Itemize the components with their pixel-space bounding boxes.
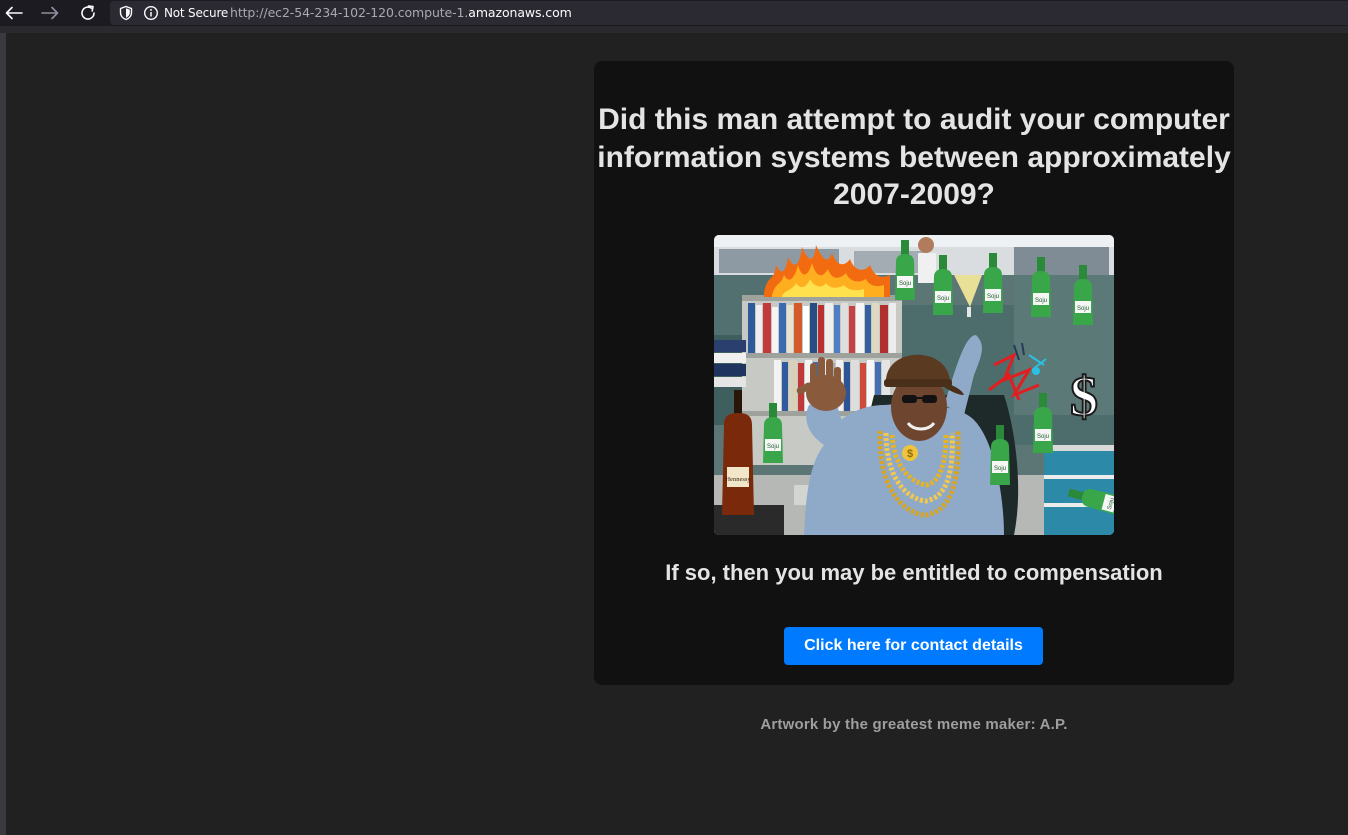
toolbar-divider xyxy=(0,26,1348,33)
meme-image: $ $ Hennessy Soju Soju Soju Soju Soju So… xyxy=(714,235,1114,535)
wall-dollar: $ xyxy=(1070,366,1098,428)
svg-text:Soju: Soju xyxy=(1035,298,1047,304)
url-prefix: http://ec2-54-234-102-120.compute-1. xyxy=(230,5,469,20)
url-host: amazonaws.com xyxy=(468,5,572,20)
meme-artwork: $ $ Hennessy Soju Soju Soju Soju Soju So… xyxy=(714,235,1114,535)
page-subline: If so, then you may be entitled to compe… xyxy=(665,560,1163,585)
svg-text:Soju: Soju xyxy=(937,296,949,302)
reload-button[interactable] xyxy=(78,3,98,23)
svg-text:Soju: Soju xyxy=(1037,434,1049,440)
chain-dollar: $ xyxy=(907,448,913,460)
page-headline: Did this man attempt to audit your compu… xyxy=(597,103,1231,211)
svg-text:Soju: Soju xyxy=(767,444,779,450)
svg-text:Soju: Soju xyxy=(1077,306,1089,312)
arrow-right-icon xyxy=(41,6,59,20)
svg-text:Soju: Soju xyxy=(987,294,999,300)
address-bar[interactable]: Not Secure http://ec2-54-234-102-120.com… xyxy=(110,1,1348,25)
sidebar-edge xyxy=(0,33,6,835)
not-secure-label[interactable]: Not Secure xyxy=(164,5,228,21)
browser-toolbar: Not Secure http://ec2-54-234-102-120.com… xyxy=(0,0,1348,26)
arrow-left-icon xyxy=(5,6,23,20)
forward-button[interactable] xyxy=(40,3,60,23)
books-top-row xyxy=(748,303,896,353)
shield-icon[interactable] xyxy=(118,5,134,21)
svg-text:Soju: Soju xyxy=(994,466,1006,472)
info-icon[interactable] xyxy=(143,5,159,21)
reload-icon xyxy=(81,5,95,20)
brandy-label: Hennessy xyxy=(725,476,751,483)
artwork-credit: Artwork by the greatest meme maker: A.P. xyxy=(760,716,1068,733)
contact-details-button[interactable]: Click here for contact details xyxy=(784,627,1043,665)
url-text[interactable]: http://ec2-54-234-102-120.compute-1.amaz… xyxy=(230,5,572,21)
back-button[interactable] xyxy=(4,3,24,23)
promo-card: Did this man attempt to audit your compu… xyxy=(594,61,1234,685)
svg-text:Soju: Soju xyxy=(899,281,911,287)
